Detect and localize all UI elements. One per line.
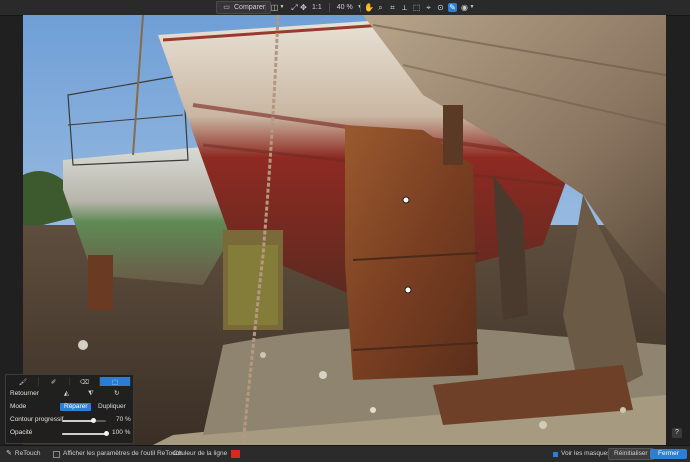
bottom-bar: ✎ ReTouch Afficher les paramètres de l'o… (0, 445, 690, 462)
flip-horizontal-icon: ◭ (64, 390, 69, 397)
zoom-fit-icon[interactable]: ⤢ (290, 3, 299, 12)
flip-vertical-icon: ⧨ (88, 390, 94, 397)
compare-icon: ▭ (223, 4, 230, 11)
compare-label: Comparer (234, 4, 266, 11)
zoom-ratio-button[interactable]: 1:1 (312, 2, 322, 13)
tab-selection[interactable]: ⬚ (100, 377, 131, 386)
opacity-value: 100 % (112, 429, 131, 436)
mode-repair-button[interactable]: Réparer (60, 403, 92, 411)
hand-tool-icon[interactable]: ✋ (364, 3, 374, 12)
line-color-swatch[interactable] (231, 450, 241, 458)
redeye-tool-icon[interactable]: ⊙ (436, 3, 445, 12)
view-mode-button[interactable]: ◫ ▼ (270, 2, 285, 13)
reset-button[interactable]: Réinitialiser (608, 448, 654, 460)
retouch-panel: 🖌 ✐ ⌫ ⬚ Retourner ◭ ⧨ ↻ Mode Réparer Dup… (5, 374, 134, 444)
checkbox-icon (553, 451, 558, 457)
show-params-toggle[interactable]: Afficher les paramètres de l'outil ReTou… (53, 446, 183, 462)
eye-icon[interactable]: ◉ (460, 3, 469, 12)
hand-icon[interactable]: ✥ (299, 3, 308, 12)
tab-brush[interactable]: 🖌 (8, 377, 39, 386)
opacity-slider-fill (62, 433, 106, 435)
retouch-tool-tabs: 🖌 ✐ ⌫ ⬚ (8, 377, 131, 386)
chevron-down-icon[interactable]: ▼ (469, 3, 475, 12)
straighten-tool-icon[interactable]: ⟂ (400, 3, 409, 12)
show-params-label: Afficher les paramètres de l'outil ReTou… (63, 450, 183, 457)
white-balance-tool-icon[interactable]: ⌖ (424, 3, 433, 12)
eraser-icon: ⌫ (79, 378, 89, 386)
close-button[interactable]: Fermer (650, 449, 687, 459)
crop-tool-icon[interactable]: ⌗ (388, 3, 397, 12)
rotate-button[interactable]: ↻ (114, 389, 119, 398)
selection-icon: ⬚ (112, 378, 119, 386)
split-view-icon: ◫ (270, 3, 279, 12)
feather-value: 70 % (116, 416, 131, 423)
line-color-label: Couleur de la ligne (173, 450, 228, 457)
opacity-slider-handle[interactable] (104, 431, 109, 436)
zoom-controls: ⤢ ✥ 1:1 40 % ▼ (290, 2, 363, 13)
retouch-tool-icon: ✎ (6, 450, 12, 457)
feather-slider-fill (62, 420, 93, 422)
flip-label: Retourner (10, 390, 39, 397)
stamp-brush-icon: ✐ (50, 378, 57, 386)
zoom-value-select[interactable]: 40 % (337, 2, 353, 13)
compare-button[interactable]: ▭ Comparer (216, 1, 272, 14)
toolbar-divider (360, 3, 361, 12)
opacity-slider[interactable] (62, 431, 109, 436)
opacity-label: Opacité (10, 429, 33, 436)
chevron-down-icon: ▼ (279, 4, 285, 10)
feather-slider-handle[interactable] (91, 418, 96, 423)
line-color-control[interactable]: Couleur de la ligne (173, 446, 241, 462)
tool-name-label: ReTouch (14, 450, 41, 457)
show-masks-toggle[interactable]: Voir les masques (553, 446, 611, 462)
feather-label: Contour progressif (10, 416, 64, 423)
retouch-tool-icon[interactable]: ✎ (448, 3, 457, 12)
mode-duplicate-button[interactable]: Dupliquer (94, 403, 130, 411)
brush-icon: 🖌 (18, 378, 27, 386)
tool-name: ✎ ReTouch (6, 446, 41, 462)
perspective-tool-icon[interactable]: ⬚ (412, 3, 421, 12)
help-button[interactable]: ? (672, 428, 682, 438)
rotate-icon: ↻ (114, 390, 120, 397)
top-toolbar: ▭ Comparer ◫ ▼ ⤢ ✥ 1:1 40 % ▼ ✋ ⌕ ⌗ ⟂ ⬚ … (0, 0, 690, 16)
feather-slider[interactable] (62, 418, 106, 423)
tab-eraser[interactable]: ⌫ (70, 377, 101, 386)
tab-stamp-brush[interactable]: ✐ (39, 377, 70, 386)
toolbar-divider (265, 3, 266, 12)
show-masks-label: Voir les masques (561, 450, 611, 457)
flip-vertical-button[interactable]: ⧨ (88, 389, 94, 398)
mode-label: Mode (10, 403, 27, 410)
zoom-tool-icon[interactable]: ⌕ (376, 3, 385, 12)
flip-horizontal-button[interactable]: ◭ (64, 389, 69, 398)
toolbar-divider (328, 3, 330, 12)
tool-icons: ✋ ⌕ ⌗ ⟂ ⬚ ⌖ ⊙ ✎ ◉ ▼ (364, 2, 475, 13)
checkbox-icon (53, 450, 60, 458)
